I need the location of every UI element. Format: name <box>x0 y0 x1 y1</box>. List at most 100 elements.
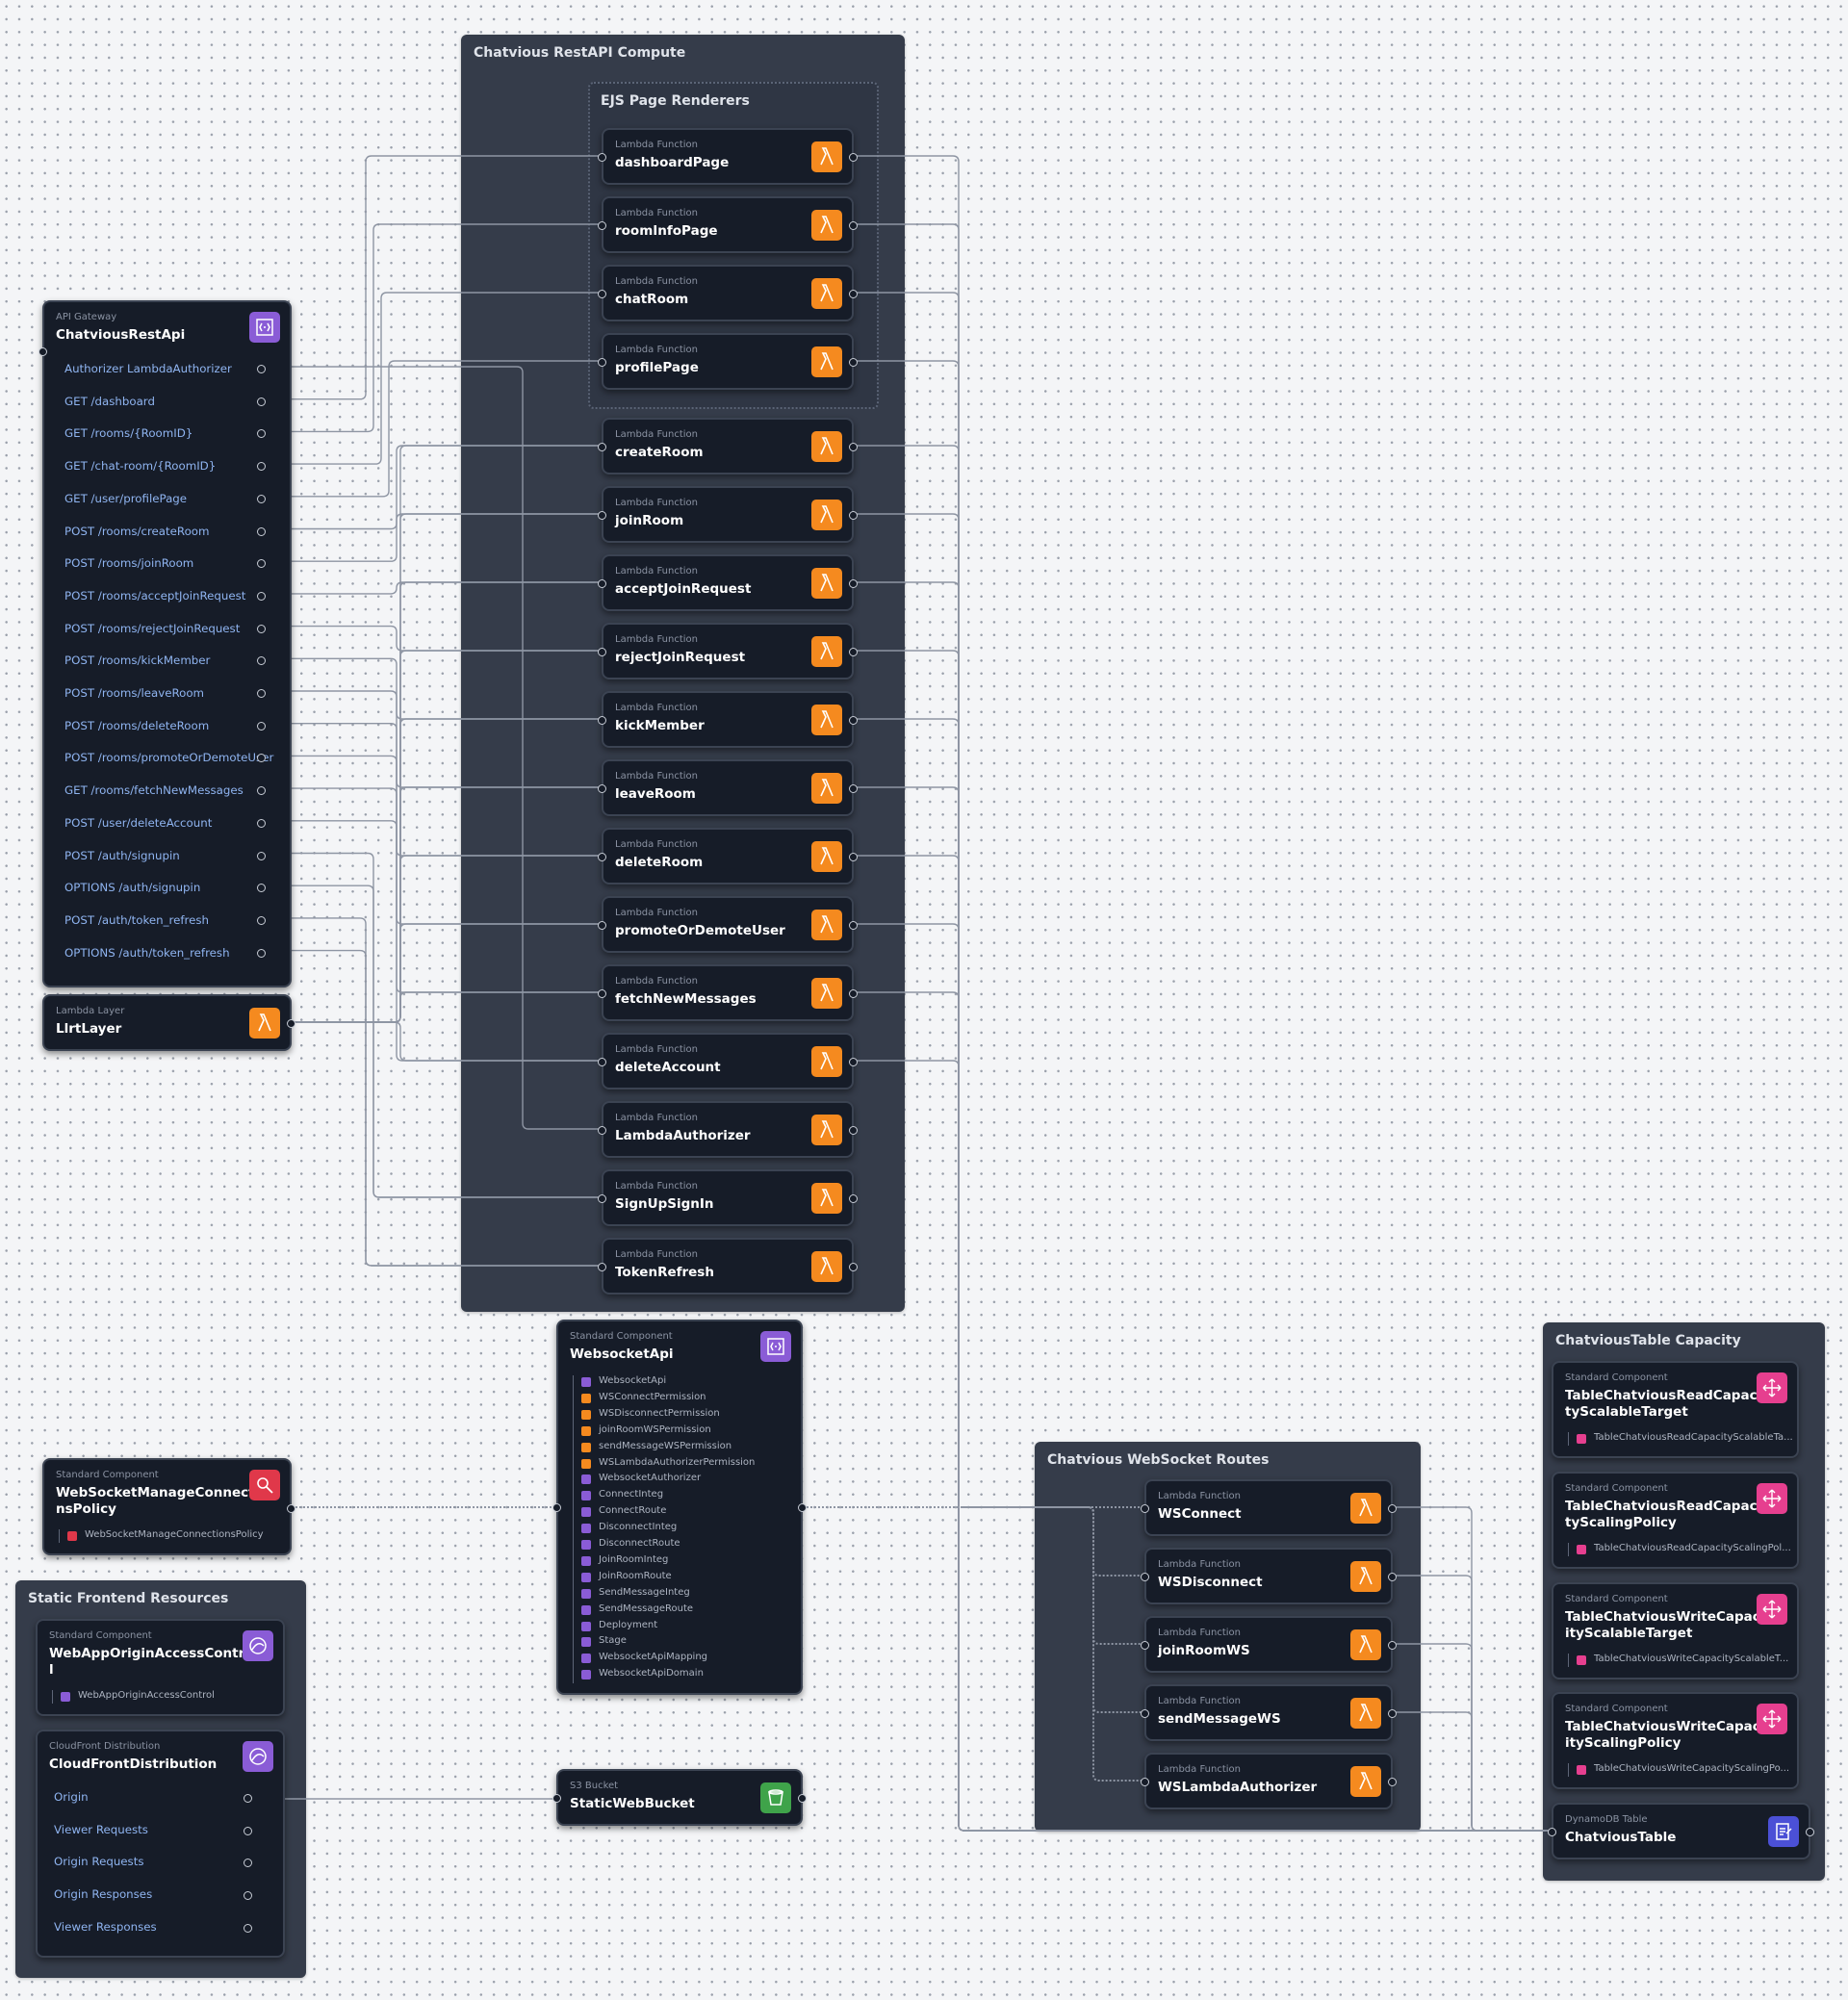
origin-access-node[interactable]: Standard Component WebAppOriginAccessCon… <box>36 1619 285 1716</box>
input-port[interactable] <box>1141 1504 1149 1513</box>
cloudfront-event[interactable]: Viewer Responses <box>54 1920 157 1934</box>
input-port[interactable] <box>598 221 606 230</box>
api-route[interactable]: GET /rooms/fetchNewMessages <box>64 783 244 797</box>
route-port[interactable] <box>257 559 266 569</box>
output-port[interactable] <box>1388 1641 1397 1650</box>
input-port[interactable] <box>598 648 606 656</box>
input-port[interactable] <box>552 1503 561 1512</box>
lambda-function-node[interactable]: Lambda Function dashboardPage <box>598 128 858 185</box>
api-route[interactable]: Authorizer LambdaAuthorizer <box>64 362 232 375</box>
lambda-function-node[interactable]: Lambda Function joinRoom <box>598 486 858 543</box>
ws-manage-policy-node[interactable]: Standard Component WebSocketManageConnec… <box>42 1458 295 1555</box>
output-port[interactable] <box>849 153 858 162</box>
output-port[interactable] <box>287 1019 295 1028</box>
s3-bucket-node[interactable]: S3 Bucket StaticWebBucket <box>552 1769 807 1826</box>
route-port[interactable] <box>257 526 266 536</box>
api-route[interactable]: POST /rooms/kickMember <box>64 654 210 667</box>
lambda-function-node[interactable]: Lambda Function deleteAccount <box>598 1033 858 1090</box>
api-route[interactable]: POST /rooms/leaveRoom <box>64 686 204 700</box>
cloudfront-node[interactable]: CloudFront Distribution CloudFrontDistri… <box>36 1730 285 1958</box>
output-port[interactable] <box>849 579 858 588</box>
api-route[interactable]: GET /dashboard <box>64 395 155 408</box>
output-port[interactable] <box>1806 1828 1814 1836</box>
input-port[interactable] <box>598 784 606 793</box>
output-port[interactable] <box>849 221 858 230</box>
output-port[interactable] <box>849 1263 858 1271</box>
output-port[interactable] <box>849 443 858 451</box>
api-route[interactable]: POST /rooms/promoteOrDemoteUser <box>64 751 273 764</box>
api-route[interactable]: GET /rooms/{RoomID} <box>64 426 192 440</box>
route-port[interactable] <box>257 494 266 503</box>
lambda-function-node[interactable]: Lambda Function WSConnect <box>1141 1479 1397 1536</box>
input-port[interactable] <box>598 1058 606 1066</box>
autoscaling-node[interactable]: Standard Component TableChatviousReadCapa… <box>1552 1361 1799 1458</box>
input-port[interactable] <box>598 290 606 298</box>
input-port[interactable] <box>1141 1778 1149 1786</box>
output-port[interactable] <box>849 1194 858 1203</box>
lambda-function-node[interactable]: Lambda Function createRoom <box>598 418 858 474</box>
route-port[interactable] <box>257 656 266 666</box>
lambda-function-node[interactable]: Lambda Function sendMessageWS <box>1141 1684 1397 1741</box>
output-port[interactable] <box>1388 1709 1397 1718</box>
lambda-function-node[interactable]: Lambda Function leaveRoom <box>598 759 858 816</box>
output-port[interactable] <box>1388 1778 1397 1786</box>
output-port[interactable] <box>849 989 858 998</box>
lambda-function-node[interactable]: Lambda Function roomInfoPage <box>598 196 858 253</box>
route-port[interactable] <box>257 429 266 439</box>
event-port[interactable] <box>244 1891 252 1901</box>
route-port[interactable] <box>257 721 266 731</box>
input-port[interactable] <box>598 1263 606 1271</box>
lambda-function-node[interactable]: Lambda Function chatRoom <box>598 265 858 321</box>
route-port[interactable] <box>257 915 266 925</box>
cloudfront-event[interactable]: Origin Requests <box>54 1855 143 1868</box>
dynamodb-node[interactable]: DynamoDB Table ChatviousTable <box>1548 1803 1814 1859</box>
input-port[interactable] <box>552 1794 561 1803</box>
output-port[interactable] <box>287 1504 295 1513</box>
api-route[interactable]: POST /rooms/createRoom <box>64 525 210 538</box>
api-route[interactable]: POST /rooms/deleteRoom <box>64 719 209 732</box>
output-port[interactable] <box>849 358 858 367</box>
lambda-function-node[interactable]: Lambda Function kickMember <box>598 691 858 748</box>
cloudfront-event[interactable]: Origin <box>54 1790 89 1804</box>
route-port[interactable] <box>257 884 266 893</box>
route-port[interactable] <box>257 591 266 601</box>
input-port[interactable] <box>598 1194 606 1203</box>
input-port[interactable] <box>1548 1828 1556 1836</box>
lambda-function-node[interactable]: Lambda Function WSDisconnect <box>1141 1548 1397 1604</box>
input-port[interactable] <box>598 989 606 998</box>
route-port[interactable] <box>257 624 266 633</box>
output-port[interactable] <box>849 784 858 793</box>
input-port[interactable] <box>1141 1709 1149 1718</box>
api-gateway-node[interactable]: API Gateway ChatviousRestApi Authorizer … <box>38 300 292 987</box>
route-port[interactable] <box>257 948 266 958</box>
lambda-function-node[interactable]: Lambda Function promoteOrDemoteUser <box>598 896 858 953</box>
route-port[interactable] <box>257 397 266 406</box>
route-port[interactable] <box>257 462 266 472</box>
event-port[interactable] <box>244 1923 252 1933</box>
input-port[interactable] <box>598 579 606 588</box>
input-port[interactable] <box>598 153 606 162</box>
api-route[interactable]: POST /rooms/joinRoom <box>64 556 193 570</box>
input-port[interactable] <box>598 853 606 861</box>
output-port[interactable] <box>849 853 858 861</box>
lambda-function-node[interactable]: Lambda Function fetchNewMessages <box>598 964 858 1021</box>
event-port[interactable] <box>244 1826 252 1835</box>
output-port[interactable] <box>849 648 858 656</box>
api-route[interactable]: GET /user/profilePage <box>64 492 187 505</box>
input-port[interactable] <box>598 716 606 725</box>
autoscaling-node[interactable]: Standard Component TableChatviousWriteCap… <box>1552 1582 1799 1679</box>
output-port[interactable] <box>849 1058 858 1066</box>
input-port[interactable] <box>598 358 606 367</box>
autoscaling-node[interactable]: Standard Component TableChatviousWriteCap… <box>1552 1692 1799 1789</box>
input-port[interactable] <box>38 347 47 356</box>
lambda-function-node[interactable]: Lambda Function rejectJoinRequest <box>598 623 858 679</box>
autoscaling-node[interactable]: Standard Component TableChatviousReadCapa… <box>1552 1472 1799 1569</box>
output-port[interactable] <box>798 1794 807 1803</box>
output-port[interactable] <box>849 921 858 930</box>
cloudfront-event[interactable]: Origin Responses <box>54 1887 152 1901</box>
api-route[interactable]: POST /user/deleteAccount <box>64 816 212 830</box>
lambda-function-node[interactable]: Lambda Function SignUpSignIn <box>598 1169 858 1226</box>
output-port[interactable] <box>1388 1504 1397 1513</box>
lambda-function-node[interactable]: Lambda Function LambdaAuthorizer <box>598 1101 858 1158</box>
websocket-api-node[interactable]: Standard Component WebsocketApi Websocke… <box>552 1320 807 1695</box>
